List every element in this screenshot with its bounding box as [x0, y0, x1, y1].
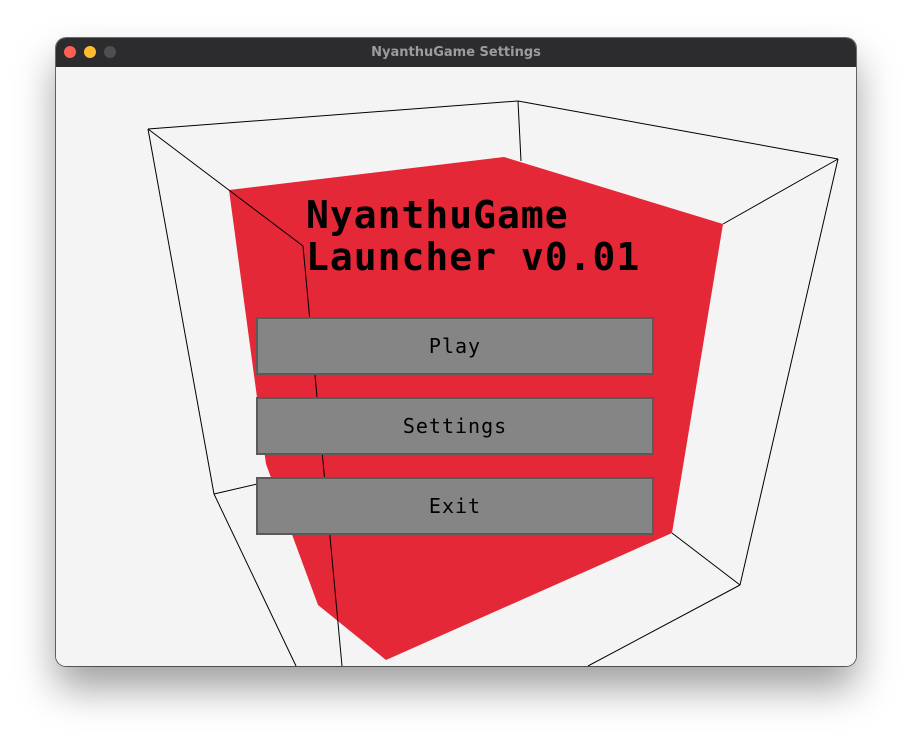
launcher-title-line1: NyanthuGame: [306, 193, 569, 237]
settings-button[interactable]: Settings: [256, 397, 654, 455]
launcher-title: NyanthuGame Launcher v0.01: [306, 194, 640, 278]
window-title: NyanthuGame Settings: [371, 45, 541, 60]
exit-button[interactable]: Exit: [256, 477, 654, 535]
exit-button-label: Exit: [428, 494, 482, 518]
game-viewport: NyanthuGame Launcher v0.01 Play Settings…: [56, 67, 856, 666]
play-button-label: Play: [428, 334, 482, 358]
play-button[interactable]: Play: [256, 317, 654, 375]
title-bar[interactable]: NyanthuGame Settings: [56, 38, 856, 68]
launcher-title-line2: Launcher v0.01: [306, 235, 641, 279]
settings-button-label: Settings: [402, 414, 508, 438]
app-window: NyanthuGame Settings NyanthuGame Launche…: [56, 38, 856, 666]
